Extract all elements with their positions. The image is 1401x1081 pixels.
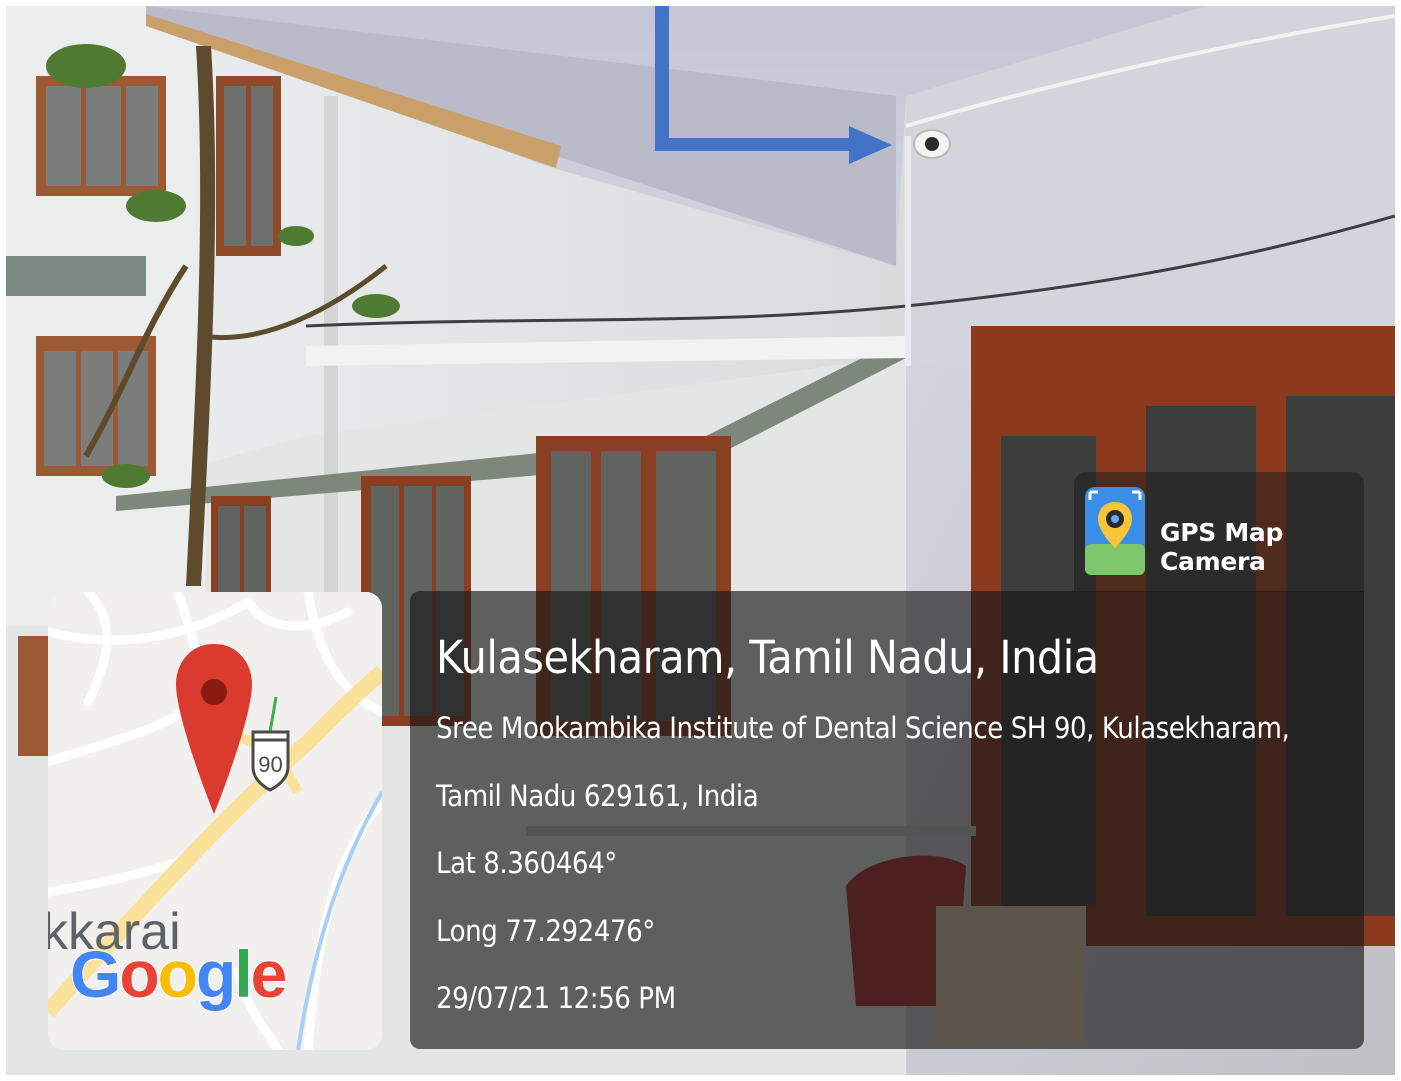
gps-map-camera-app-icon (1085, 487, 1145, 575)
timestamp-text: 29/07/21 12:56 PM (436, 981, 676, 1015)
google-logo: Google (69, 936, 288, 1012)
gps-brand-tab: GPS Map Camera (1074, 472, 1364, 592)
gps-brand-label: GPS Map Camera (1160, 518, 1284, 576)
longitude-text: Long 77.292476° (436, 914, 655, 948)
location-title: Kulasekharam, Tamil Nadu, India (436, 631, 1099, 684)
cctv-photo: GPS Map Camera Kulasekharam, Tamil Nadu,… (6, 6, 1395, 1075)
gps-info-panel: Kulasekharam, Tamil Nadu, India Sree Moo… (410, 591, 1364, 1049)
latitude-text: Lat 8.360464° (436, 846, 617, 880)
route-shield-number: 90 (258, 752, 282, 777)
address-line-2: Tamil Nadu 629161, India (436, 779, 759, 813)
map-thumbnail: 90 kkarai Google (48, 592, 382, 1050)
address-line-1: Sree Mookambika Institute of Dental Scie… (436, 711, 1290, 745)
surveillance-camera-icon (913, 129, 951, 159)
